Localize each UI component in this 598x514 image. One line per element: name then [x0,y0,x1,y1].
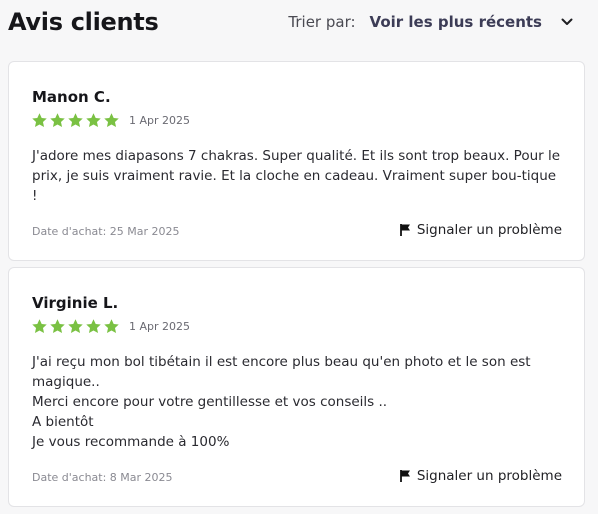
sort-selected-value: Voir les plus récents [369,13,542,31]
star-rating [31,112,120,129]
report-label: Signaler un problème [416,222,562,238]
flag-icon [399,469,412,483]
review-text: J'ai reçu mon bol tibétain il est encore… [32,354,531,450]
star-icon [31,318,48,335]
star-icon [31,112,48,129]
sort-control: Trier par: Voir les plus récents [288,13,574,31]
reviews-header: Avis clients Trier par: Voir les plus ré… [0,0,598,52]
reviewer-name: Virginie L. [32,294,119,312]
sort-dropdown[interactable]: Voir les plus récents [370,13,574,31]
star-icon [85,318,102,335]
review-card: Manon C. 1 Apr 2025 J'adore mes diapason… [8,61,585,261]
purchase-date: Date d'achat: 8 Mar 2025 [32,471,173,484]
report-problem-link[interactable]: Signaler un problème [399,468,562,484]
sort-label: Trier par: [288,13,356,31]
chevron-down-icon [560,15,574,29]
star-icon [67,112,84,129]
review-date: 1 Apr 2025 [129,114,191,127]
review-text: J'adore mes diapasons 7 chakras. Super q… [32,148,561,204]
star-icon [85,112,102,129]
star-icon [49,112,66,129]
rating-row: 1 Apr 2025 [31,112,190,129]
star-icon [103,318,120,335]
star-icon [103,112,120,129]
purchase-date: Date d'achat: 25 Mar 2025 [32,225,180,238]
report-label: Signaler un problème [416,468,562,484]
report-problem-link[interactable]: Signaler un problème [399,222,562,238]
star-icon [49,318,66,335]
review-date: 1 Apr 2025 [129,320,191,333]
reviewer-name: Manon C. [32,88,111,106]
star-icon [67,318,84,335]
flag-icon [399,223,412,237]
star-rating [31,318,120,335]
page-title: Avis clients [8,8,159,36]
rating-row: 1 Apr 2025 [31,318,190,335]
review-card: Virginie L. 1 Apr 2025 J'ai reçu mon bol… [8,267,585,507]
